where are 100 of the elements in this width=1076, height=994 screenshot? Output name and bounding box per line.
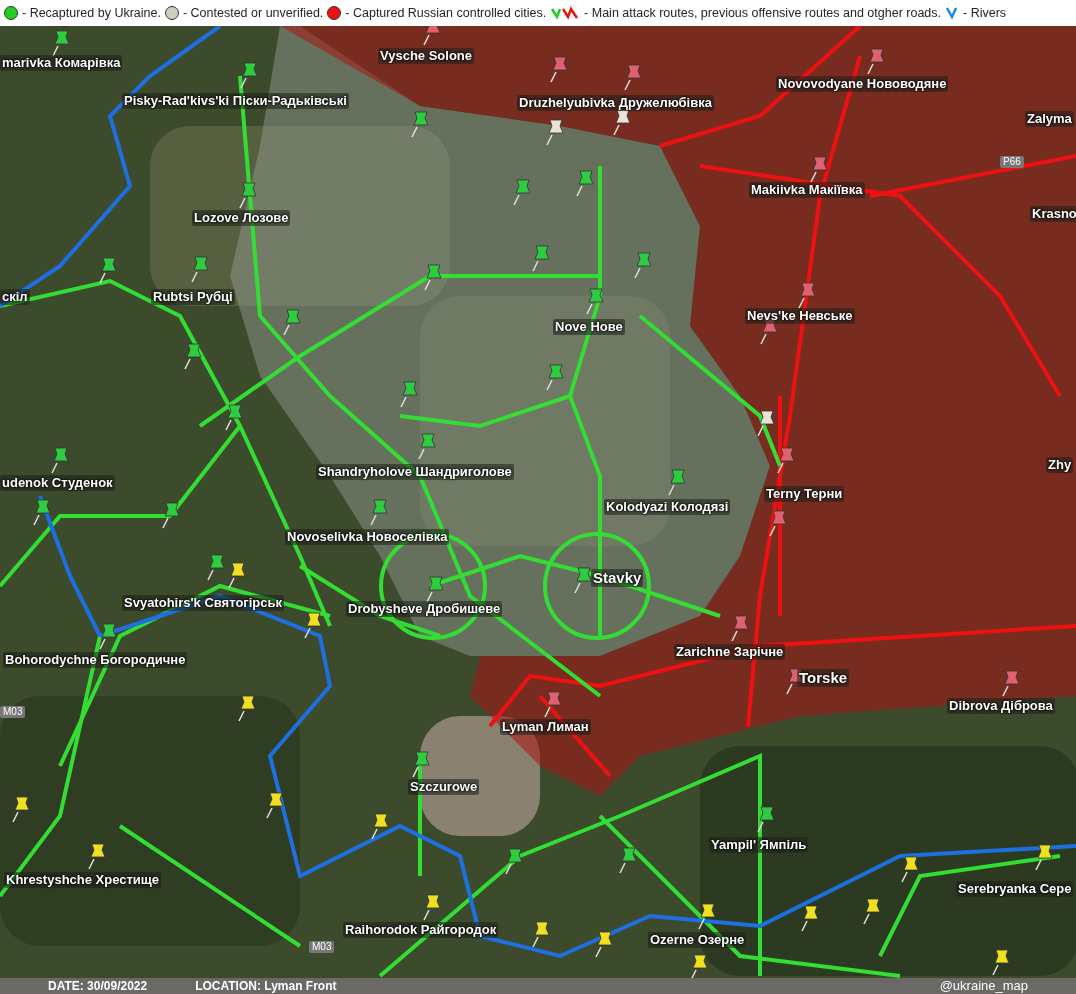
map-pin-icon	[698, 903, 716, 930]
town-label: Torske	[797, 669, 850, 687]
map-pin-icon	[423, 26, 441, 46]
map-pin-icon	[513, 179, 531, 206]
place-label: Zalyma	[1025, 111, 1074, 127]
place-label: Terny Терни	[764, 486, 845, 502]
map-pin-icon	[412, 751, 430, 778]
map-pin-icon	[228, 562, 246, 589]
map-pin-icon	[546, 119, 564, 146]
place-label: Vysche Solone	[378, 48, 474, 64]
map-pin-icon	[731, 615, 749, 642]
place-label: Zarichne Зарічне	[674, 644, 786, 660]
place-label: Yampil' Ямпіль	[709, 837, 809, 853]
map-pin-icon	[1002, 670, 1020, 697]
map-pin-icon	[426, 576, 444, 603]
map-pin-icon	[266, 792, 284, 819]
place-label: Khrestyshche Хрестище	[4, 872, 162, 888]
legend-text: - Captured Russian controlled cities.	[345, 4, 547, 22]
place-label: Novoselivka Новоселівка	[285, 529, 450, 545]
map-pin-icon	[238, 695, 256, 722]
map-pin-icon	[532, 245, 550, 272]
map-pin-icon	[769, 510, 787, 537]
legend-text: - Main attack routes, previous offensive routes and otgher roads.	[584, 4, 942, 22]
place-label: Makiivka Макіївка	[749, 182, 865, 198]
place-label: Kolodyazi Колодязі	[604, 499, 731, 515]
place-label: Bohorodychne Богородичне	[3, 652, 188, 668]
legend-text: - Contested or unverified.	[182, 4, 324, 22]
map-pin-icon	[88, 843, 106, 870]
map-pin-icon	[191, 256, 209, 283]
map-pin-icon	[239, 182, 257, 209]
map-pin-icon	[52, 30, 70, 57]
place-label: Rubtsi Рубці	[151, 289, 235, 305]
map-pin-icon	[207, 554, 225, 581]
place-label: Raihorodok Райгородок	[343, 922, 499, 938]
map-pin-icon	[690, 954, 708, 978]
place-label: Ozerne Озерне	[648, 932, 747, 948]
place-label: Novovodyane Нововодяне	[776, 76, 949, 92]
place-label: Drobysheve Дробишеве	[346, 601, 503, 617]
map-pin-icon	[546, 364, 564, 391]
place-label: Shandryholove Шандриголове	[316, 464, 514, 480]
date-text: DATE: 30/09/2022	[48, 978, 148, 994]
map-pin-icon	[544, 691, 562, 718]
map-pin-icon	[411, 111, 429, 138]
place-label: Lozove Лозове	[192, 210, 291, 226]
legend-text: - Recaptured by Ukraine.	[22, 4, 161, 22]
map-pin-icon	[863, 898, 881, 925]
map-pin-icon	[992, 949, 1010, 976]
map-pin-icon	[810, 156, 828, 183]
map-pin-icon	[99, 257, 117, 284]
place-label: Pisky-Rad'kivs'ki Піски-Радьківські	[122, 93, 349, 109]
map-pin-icon	[595, 931, 613, 958]
map-pin-icon	[505, 848, 523, 875]
place-label: Druzhelyubivka Дружелюбівка	[517, 95, 714, 111]
map-pin-icon	[634, 252, 652, 279]
road-number: M03	[309, 941, 335, 953]
map-pin-icon	[33, 499, 51, 526]
place-label: marivka Комарівка	[0, 55, 123, 71]
place-label: Svyatohirs'k Святогірськ	[122, 595, 285, 611]
map-pin-icon	[668, 469, 686, 496]
river-line-icon	[945, 5, 960, 21]
map-pin-icon	[867, 48, 885, 75]
map-pin-icon	[423, 894, 441, 921]
map-pin-icon	[757, 410, 775, 437]
map-pin-icon	[12, 796, 30, 823]
place-label: скіл	[0, 289, 30, 305]
credit-text: @ukraine_map	[939, 978, 1028, 994]
map-pin-icon	[370, 499, 388, 526]
place-label: Zhy	[1046, 457, 1074, 473]
legend-text: - Rivers	[963, 4, 1007, 22]
map-pin-icon	[371, 813, 389, 840]
map-pin-icon	[283, 309, 301, 336]
place-label: Krasno	[1030, 206, 1076, 222]
map-pin-icon	[624, 64, 642, 91]
map-pin-icon	[418, 433, 436, 460]
route-lines-icon	[550, 5, 581, 21]
place-label: Nevs'ke Невське	[745, 308, 855, 324]
place-label: Szczurowe	[408, 779, 480, 795]
location-text: LOCATION: Lyman Front	[195, 978, 337, 994]
map-pin-icon	[550, 56, 568, 83]
map-pin-icon	[901, 856, 919, 883]
map-pin-icon	[225, 404, 243, 431]
place-label: Lyman Лиман	[500, 719, 591, 735]
road-number: P66	[1000, 156, 1024, 168]
map-pin-icon	[586, 288, 604, 315]
map-pin-icon	[184, 343, 202, 370]
map-pin-icon	[424, 264, 442, 291]
map-pin-icon	[1035, 844, 1053, 871]
map-pin-icon	[51, 447, 69, 474]
place-label: Nove Нове	[553, 319, 625, 335]
map-pin-icon	[576, 170, 594, 197]
map-pin-icon	[613, 109, 631, 136]
map-pin-icon	[619, 847, 637, 874]
road-number: M03	[0, 706, 26, 718]
town-label: Stavky	[591, 569, 644, 587]
place-label: udenok Студенок	[0, 475, 115, 491]
map-pin-icon	[162, 502, 180, 529]
map-pin-icon	[757, 806, 775, 833]
map-pin-icon	[798, 282, 816, 309]
place-label: Serebryanka Сере	[956, 881, 1074, 897]
map-pin-icon	[532, 921, 550, 948]
